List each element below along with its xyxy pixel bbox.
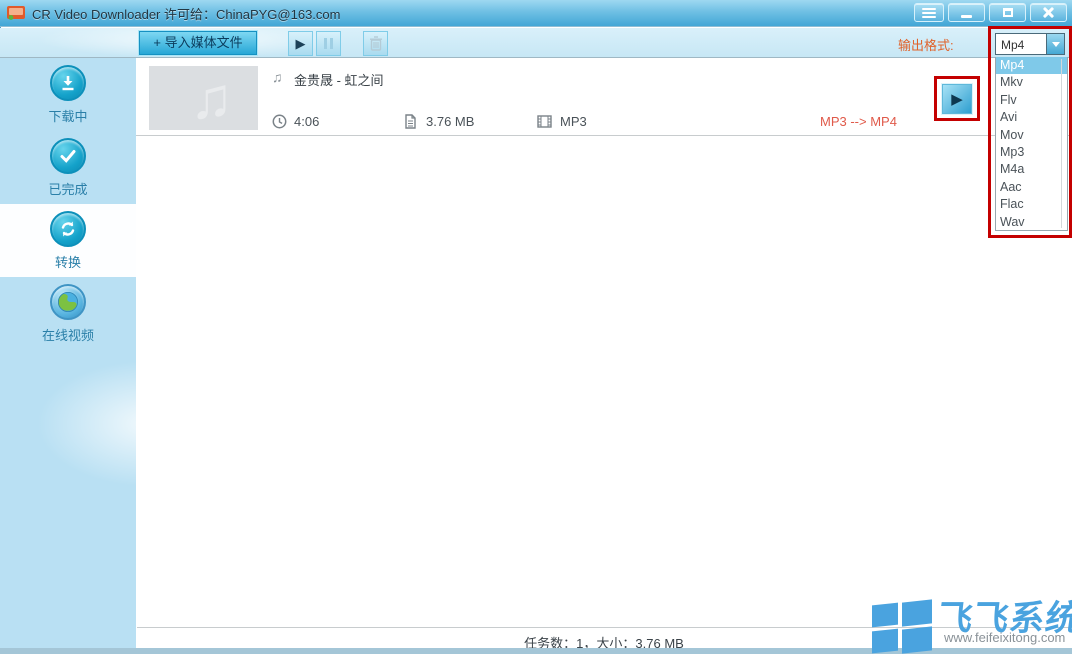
- main-content: ♫ ♫ 金贵晟 - 虹之间 4:06 3.76 MB MP3 MP3 -->: [136, 58, 1072, 648]
- format-select-value: Mp4: [996, 34, 1046, 54]
- film-icon: [537, 114, 552, 129]
- convert-play-button[interactable]: ▶: [942, 84, 972, 114]
- list-scrollbar[interactable]: [1061, 59, 1062, 228]
- dropdown-arrow-icon[interactable]: [1046, 34, 1064, 54]
- sidebar-item-label: 转换: [55, 252, 81, 271]
- music-note-watermark-icon: ♫: [190, 66, 234, 130]
- format-dropdown-list: Mp4 Mkv Flv Avi Mov Mp3 M4a Aac Flac Wav: [995, 57, 1068, 231]
- check-icon: [50, 138, 86, 174]
- maximize-icon: [1003, 8, 1013, 17]
- pause-icon: [324, 38, 333, 49]
- sidebar-item-label: 已完成: [48, 179, 87, 198]
- conversion-status: MP3 --> MP4: [820, 114, 897, 129]
- menu-icon: [922, 8, 936, 18]
- minimize-button[interactable]: [948, 3, 985, 22]
- file-icon: [403, 114, 418, 129]
- sidebar-item-online-video[interactable]: 在线视频: [0, 277, 136, 350]
- media-title: 金贵晟 - 虹之间: [294, 70, 384, 89]
- format-option-m4a[interactable]: M4a: [996, 161, 1067, 178]
- sidebar-item-label: 下载中: [48, 106, 87, 125]
- media-format: MP3: [560, 114, 587, 129]
- media-row[interactable]: ♫ ♫ 金贵晟 - 虹之间 4:06 3.76 MB MP3 MP3 -->: [136, 58, 1072, 136]
- windows-logo-icon: [872, 596, 934, 652]
- media-duration: 4:06: [294, 114, 319, 129]
- toolbar: + 导入媒体文件 ▶ 输出格式:: [0, 28, 1072, 58]
- format-option-mov[interactable]: Mov: [996, 127, 1067, 144]
- window-controls: [914, 3, 1067, 22]
- globe-icon: [50, 284, 86, 320]
- format-option-mkv[interactable]: Mkv: [996, 74, 1067, 91]
- app-window: CR Video Downloader 许可给：ChinaPYG@163.com…: [0, 0, 1072, 654]
- window-title: CR Video Downloader 许可给：ChinaPYG@163.com: [32, 4, 340, 23]
- format-select[interactable]: Mp4: [995, 33, 1065, 55]
- media-size: 3.76 MB: [426, 114, 474, 129]
- import-media-button[interactable]: + 导入媒体文件: [139, 31, 257, 55]
- start-button[interactable]: ▶: [288, 31, 313, 56]
- format-option-mp4[interactable]: Mp4: [996, 57, 1067, 74]
- delete-button[interactable]: [363, 31, 388, 56]
- download-icon: [50, 65, 86, 101]
- sidebar-item-label: 在线视频: [42, 325, 94, 344]
- close-icon: [1043, 7, 1054, 18]
- sidebar-item-downloading[interactable]: 下载中: [0, 58, 136, 131]
- convert-icon: [50, 211, 86, 247]
- close-button[interactable]: [1030, 3, 1067, 22]
- app-icon: [7, 6, 25, 20]
- format-option-aac[interactable]: Aac: [996, 179, 1067, 196]
- pause-button[interactable]: [316, 31, 341, 56]
- format-option-avi[interactable]: Avi: [996, 109, 1067, 126]
- format-option-flv[interactable]: Flv: [996, 92, 1067, 109]
- sidebar-item-convert[interactable]: 转换: [0, 204, 136, 277]
- format-option-wav[interactable]: Wav: [996, 214, 1067, 231]
- music-note-icon: ♫: [272, 69, 283, 85]
- format-option-mp3[interactable]: Mp3: [996, 144, 1067, 161]
- format-option-flac[interactable]: Flac: [996, 196, 1067, 213]
- play-icon: ▶: [951, 90, 963, 108]
- trash-icon: [369, 36, 383, 51]
- maximize-button[interactable]: [989, 3, 1026, 22]
- sidebar: 下载中 已完成 转换: [0, 58, 136, 648]
- media-thumbnail: ♫: [149, 66, 258, 130]
- title-bar: CR Video Downloader 许可给：ChinaPYG@163.com: [0, 0, 1072, 27]
- menu-button[interactable]: [914, 3, 944, 22]
- watermark-url: www.feifeixitong.com: [944, 630, 1065, 645]
- watermark: 飞飞系统 www.feifeixitong.com: [872, 590, 1072, 652]
- output-format-label: 输出格式:: [898, 35, 954, 54]
- minimize-icon: [961, 15, 972, 18]
- play-icon: ▶: [296, 36, 306, 52]
- clock-icon: [272, 114, 287, 129]
- sidebar-item-completed[interactable]: 已完成: [0, 131, 136, 204]
